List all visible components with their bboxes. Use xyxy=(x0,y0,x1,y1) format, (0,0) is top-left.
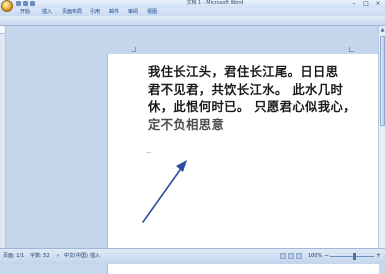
text-line: 休，此恨何时已。 只愿君心似我心， xyxy=(148,100,356,114)
scroll-up-icon[interactable]: ▲ xyxy=(380,27,385,33)
minimize-button[interactable]: – xyxy=(349,0,359,7)
tab-references[interactable]: 引用 xyxy=(90,8,100,16)
zoom-slider-track[interactable] xyxy=(330,256,374,257)
document-body-text[interactable]: 我住长江头，君住长江尾。日日思 君不见君，共饮长江水。 此水几时 休，此恨何时已… xyxy=(148,64,363,134)
paragraph-end-mark: ⌐ xyxy=(147,150,152,156)
zoom-slider-knob[interactable] xyxy=(353,253,357,260)
title-bar: 文档 1 - Microsoft Word – □ × xyxy=(0,0,385,12)
proofing-icon[interactable]: ✓ xyxy=(56,252,60,260)
full-screen-view-button[interactable] xyxy=(288,253,294,259)
tab-insert[interactable]: 插入 xyxy=(42,8,52,16)
window-controls: – □ × xyxy=(349,0,383,7)
text-line: 我住长江头，君住长江尾。日日思 xyxy=(148,65,339,79)
window-title: 文档 1 - Microsoft Word xyxy=(186,0,244,6)
scrollbar-thumb[interactable] xyxy=(380,36,385,126)
status-word-count[interactable]: 字数: 52 xyxy=(30,252,50,260)
ribbon-panel xyxy=(0,16,385,26)
tab-view[interactable]: 视图 xyxy=(147,8,157,16)
tab-home[interactable]: 开始 xyxy=(20,8,30,16)
margin-corner-mark xyxy=(349,47,354,52)
web-layout-view-button[interactable] xyxy=(296,253,302,259)
zoom-percentage[interactable]: 100% xyxy=(308,252,322,260)
document-workspace xyxy=(6,26,379,274)
status-page-count[interactable]: 页面: 1/1 xyxy=(3,252,24,260)
redo-icon[interactable] xyxy=(30,1,35,6)
zoom-out-icon[interactable]: − xyxy=(324,252,329,260)
close-button[interactable]: × xyxy=(373,0,383,7)
save-icon[interactable] xyxy=(16,1,21,6)
margin-corner-mark xyxy=(131,47,136,52)
undo-icon[interactable] xyxy=(23,1,28,6)
status-bar: 页面: 1/1 字数: 52 ✓ 中文(中国) 插入 100% − + xyxy=(0,248,385,264)
status-language[interactable]: 中文(中国) xyxy=(64,252,88,260)
tab-page-layout[interactable]: 页面布局 xyxy=(62,8,82,16)
print-layout-view-button[interactable] xyxy=(280,253,286,259)
office-button-icon[interactable] xyxy=(1,0,13,12)
maximize-button[interactable]: □ xyxy=(361,0,371,7)
status-insert-mode[interactable]: 插入 xyxy=(90,252,100,260)
ruler-corner-button[interactable] xyxy=(0,26,5,34)
text-line: 君不见君，共饮长江水。 此水几时 xyxy=(148,82,344,97)
zoom-in-icon[interactable]: + xyxy=(376,252,381,260)
vertical-scrollbar[interactable]: ▲ xyxy=(378,26,385,248)
text-line: 定不负相思意 xyxy=(148,117,225,132)
tab-review[interactable]: 审阅 xyxy=(128,8,138,16)
tab-mailings[interactable]: 邮件 xyxy=(109,8,119,16)
ribbon-tab-bar: 开始 插入 页面布局 引用 邮件 审阅 视图 xyxy=(0,8,385,16)
view-buttons xyxy=(280,253,302,259)
quick-access-toolbar xyxy=(16,1,35,7)
